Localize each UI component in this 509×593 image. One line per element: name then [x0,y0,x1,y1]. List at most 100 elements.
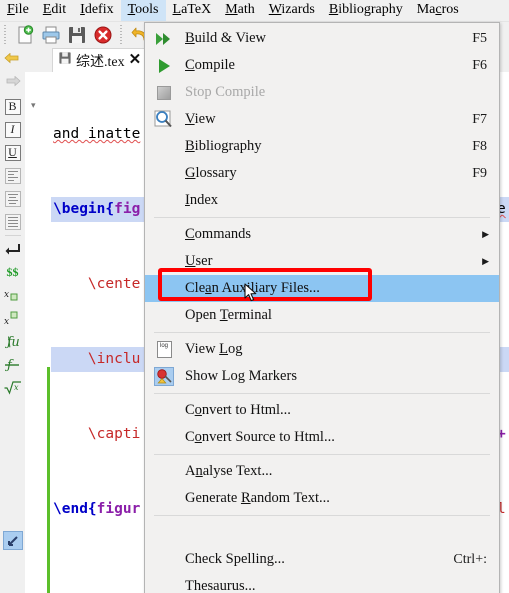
underline-glyph: U [4,144,21,161]
structure-format-toolbar: B I U $$ x x \u0283ƒ ƒ x [0,47,25,593]
tab-filename: 综述.tex [76,54,125,70]
submenu-arrow-icon: ▶ [482,256,489,266]
menubar-item-file[interactable]: File [0,0,36,21]
underline-button[interactable]: U [2,141,24,164]
menu-item-stop-compile: Stop Compile [145,79,499,106]
menu-item-find-word-repetitions[interactable]: Thesaurus... [145,573,499,593]
menu-item-shortcut: Ctrl+: [453,551,487,567]
menubar-label-edit: dit [51,2,67,17]
menu-item-label: Analyse Text... [185,463,273,479]
menu-item-glossary[interactable]: Glossary F9 [145,160,499,187]
menu-item-open-terminal[interactable]: Open Terminal [145,302,499,329]
stop-square [157,85,171,100]
menu-item-commands[interactable]: Commands ▶ [145,221,499,248]
no-icon [151,400,177,422]
new-file-icon[interactable] [12,23,38,46]
no-icon [151,576,177,593]
save-icon[interactable] [64,23,90,46]
svg-text:x: x [4,290,9,300]
next-document-icon[interactable] [2,72,24,95]
menu-item-label: Generate Random Text... [185,490,330,506]
menu-item-compile[interactable]: Compile F6 [145,52,499,79]
sqrt-button[interactable]: x [2,376,24,399]
no-icon [151,224,177,246]
menu-item-thesaurus[interactable]: Check Spelling... Ctrl+: [145,546,499,573]
menu-item-shortcut: F6 [472,57,487,73]
build-and-view-icon [151,28,177,50]
menubar-label-file: ile [14,2,29,17]
menu-item-index[interactable]: Index [145,187,499,214]
subscript-button[interactable]: x [2,284,24,307]
menu-item-label: Commands [185,226,252,242]
document-tab[interactable]: 综述.tex ✕ [52,48,148,72]
dfrac-button[interactable]: ƒ [2,353,24,376]
menu-item-label: Stop Compile [185,84,266,100]
collapse-panel-button[interactable] [2,529,24,552]
menu-item-build-and-view[interactable]: Build & View F5 [145,25,499,52]
bold-button[interactable]: B [2,95,24,118]
menu-item-show-log-markers[interactable]: Show Log Markers [145,363,499,390]
menubar-item-tools[interactable]: Tools [120,0,166,21]
toolbar-grip-2[interactable] [119,25,126,44]
menu-item-user[interactable]: User ▶ [145,248,499,275]
menubar-label-math: ath [237,2,255,17]
align-center-icon [4,190,21,207]
menu-item-view[interactable]: View F7 [145,106,499,133]
menubar-item-latex[interactable]: LaTeX [166,0,219,21]
close-document-icon[interactable] [90,23,116,46]
menu-item-clean-auxiliary-files[interactable]: Clean Auxiliary Files... [145,275,499,302]
fraction-button[interactable]: \u0283ƒ [2,330,24,353]
menubar-label-macros: Ma [416,2,436,17]
no-icon [151,278,177,300]
menu-item-generate-random-text[interactable]: Generate Random Text... [145,485,499,512]
log-marker-glyph [154,367,174,386]
no-icon [151,163,177,185]
italic-glyph: I [4,121,21,138]
no-icon [151,305,177,327]
menubar-label-macros2: ros [441,2,459,17]
tools-dropdown-menu[interactable]: Build & View F5 Compile F6 Stop Compile … [144,22,500,593]
menubar-item-macros[interactable]: Macros [410,0,466,21]
print-icon[interactable] [38,23,64,46]
menu-item-check-spelling[interactable] [145,519,499,546]
fold-arrow-icon[interactable]: ▾ [31,100,36,111]
align-center-button[interactable] [2,187,24,210]
change-bar-modified [47,367,50,593]
resize-arrow-icon [2,531,23,550]
menu-item-convert-source-to-html[interactable]: Convert Source to Html... [145,424,499,451]
menubar-item-idefix[interactable]: Idefix [73,0,120,21]
superscript-button[interactable]: x [2,307,24,330]
menubar-item-edit[interactable]: Edit [36,0,73,21]
menu-item-label: View Log [185,341,243,357]
align-justify-icon [4,213,21,230]
menu-item-label: Compile [185,57,235,73]
tab-close-icon[interactable]: ✕ [129,53,142,68]
menubar-item-math[interactable]: Math [218,0,262,21]
menubar-item-wizards[interactable]: Wizards [262,0,322,21]
menu-item-label: Open Terminal [185,307,272,323]
italic-button[interactable]: I [2,118,24,141]
menu-item-label: User [185,253,213,269]
menubar-item-bibliography[interactable]: Bibliography [322,0,410,21]
menu-item-label: Build & View [185,30,267,46]
menu-item-label: Convert Source to Html... [185,429,335,445]
menu-item-bibliography[interactable]: Bibliography F8 [145,133,499,160]
menu-item-label: Clean Auxiliary Files... [185,280,320,296]
play-triangle [158,58,170,73]
menu-item-label: Thesaurus... [185,578,256,593]
toolbar-grip[interactable] [3,25,10,44]
inline-math-button[interactable]: $$ [2,261,24,284]
align-left-button[interactable] [2,164,24,187]
newline-button[interactable] [2,238,24,261]
menu-separator [154,332,490,333]
align-justify-button[interactable] [2,210,24,233]
menu-item-analyse-text[interactable]: Analyse Text... [145,458,499,485]
no-icon [151,488,177,510]
menu-item-label: View [185,111,216,127]
menu-item-view-log[interactable]: log View Log [145,336,499,363]
menubar-label-bibliography: ibliography [338,2,403,17]
no-icon [151,461,177,483]
menu-item-convert-to-html[interactable]: Convert to Html... [145,397,499,424]
previous-document-icon[interactable] [2,49,24,72]
svg-text:x: x [14,383,19,392]
